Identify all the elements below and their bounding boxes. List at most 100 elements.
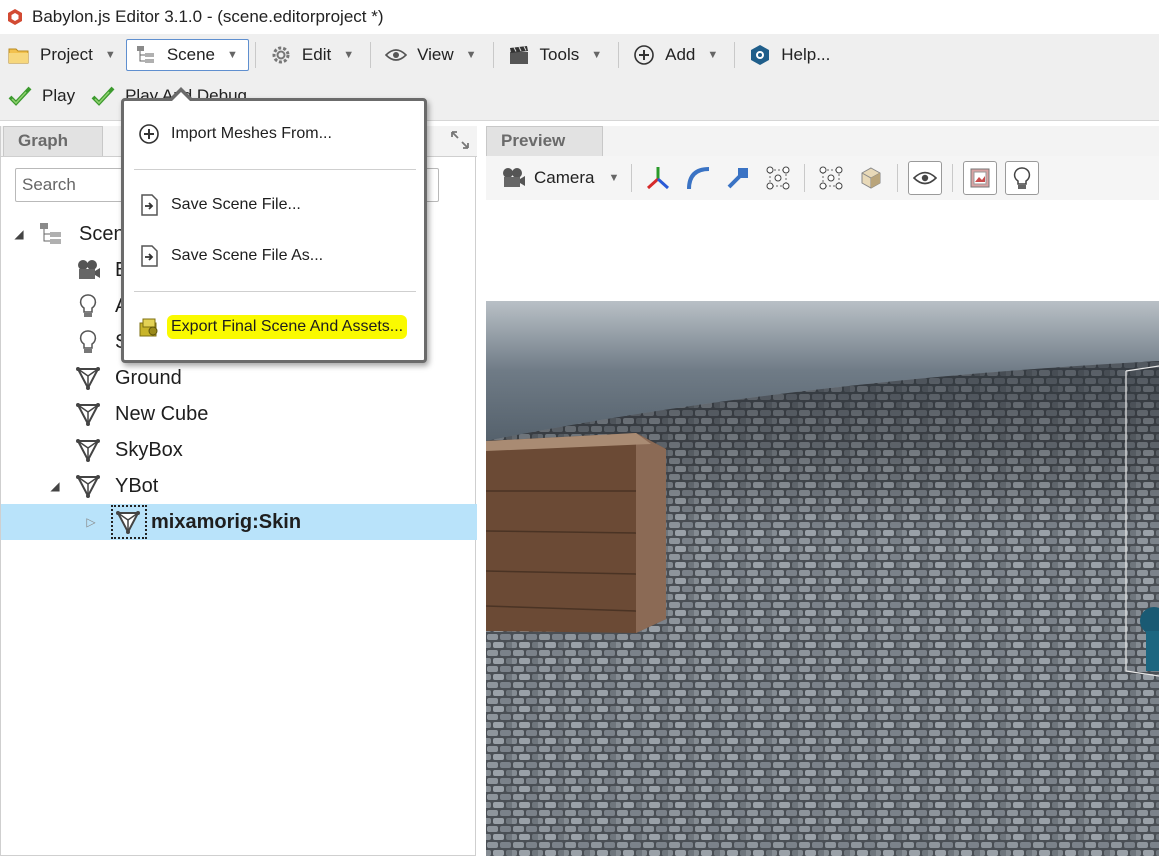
dropdown-arrow-fill: [171, 92, 191, 102]
bounding-box-icon: [819, 166, 843, 190]
scale-gizmo-icon: [727, 168, 749, 189]
scene-tree-icon: [135, 44, 157, 66]
toolbar-divider: [952, 164, 954, 192]
menu-item-save-scene[interactable]: Save Scene File...: [124, 187, 424, 223]
scene-render: [486, 201, 1159, 856]
menu-help[interactable]: Help...: [741, 39, 840, 71]
camera-dropdown[interactable]: Camera ▼: [500, 166, 619, 190]
toolbar-divider: [370, 42, 372, 68]
expand-toggle-icon[interactable]: ◢: [49, 479, 61, 493]
menu-add[interactable]: Add ▼: [625, 39, 728, 71]
babylon-logo-icon: [8, 9, 22, 25]
chevron-down-icon: ▼: [591, 49, 603, 61]
menu-separator: [134, 169, 416, 170]
preview-toolbar: Camera ▼: [486, 156, 1159, 200]
menu-view-label: View: [417, 45, 454, 64]
scene-tree-icon: [40, 223, 61, 244]
scene-dropdown-menu: Import Meshes From... Save Scene File...…: [121, 87, 427, 363]
menu-item-save-scene-as[interactable]: Save Scene File As...: [124, 238, 424, 274]
tab-graph-label: Graph: [18, 131, 69, 150]
menu-item-save-scene-label: Save Scene File...: [171, 196, 301, 213]
window-title: Babylon.js Editor 3.1.0 - (scene.editorp…: [32, 7, 384, 26]
save-file-icon: [141, 245, 158, 267]
menu-help-label: Help...: [781, 45, 831, 64]
lightbulb-icon: [79, 294, 97, 317]
menu-tools[interactable]: Tools ▼: [500, 39, 613, 71]
tab-preview[interactable]: Preview: [486, 126, 603, 156]
tab-graph[interactable]: Graph: [3, 126, 103, 156]
tree-row-new-cube[interactable]: New Cube: [1, 396, 477, 432]
gizmo-axes-icon: [647, 167, 670, 190]
scene-viewport[interactable]: [486, 201, 1159, 856]
wooden-crate: [486, 433, 666, 633]
menu-item-export-final-scene[interactable]: Export Final Scene And Assets...: [124, 309, 424, 345]
bounding-box-gizmo-button[interactable]: [763, 163, 793, 193]
chevron-down-icon: ▼: [707, 49, 719, 61]
mesh-icon: [76, 403, 100, 427]
menu-view[interactable]: View ▼: [377, 39, 486, 71]
toolbar-divider: [897, 164, 899, 192]
cube-button[interactable]: [856, 163, 886, 193]
eye-icon: [913, 171, 938, 185]
tree-row-ground[interactable]: Ground: [1, 360, 477, 396]
camera-icon: [503, 168, 525, 187]
chevron-down-icon: ▼: [465, 49, 477, 61]
menu-bar: Project ▼ Scene ▼ Edit ▼ View ▼ Tools ▼ …: [0, 38, 840, 72]
maximize-icon[interactable]: [449, 129, 471, 151]
toolbar-divider: [734, 42, 736, 68]
tree-row-ybot[interactable]: ◢ YBot: [1, 468, 477, 504]
toolbar-divider: [804, 164, 806, 192]
menu-item-export-final-scene-label: Export Final Scene And Assets...: [167, 315, 408, 339]
checkmark-icon: [8, 85, 32, 107]
expand-toggle-icon[interactable]: ◢: [13, 227, 25, 241]
help-icon: [749, 44, 771, 66]
bounding-box-toggle-button[interactable]: [816, 163, 846, 193]
rotation-gizmo-button[interactable]: [683, 163, 713, 193]
tab-preview-label: Preview: [501, 131, 566, 150]
menu-separator: [134, 291, 416, 292]
lights-toggle-button[interactable]: [1005, 161, 1040, 195]
clapperboard-icon: [508, 44, 530, 66]
preview-tabbar: Preview: [486, 126, 1159, 157]
menu-project[interactable]: Project ▼: [0, 39, 126, 71]
menu-tools-label: Tools: [539, 45, 580, 64]
tree-label-mixamorig-skin: mixamorig:Skin: [151, 510, 302, 533]
menu-item-save-scene-as-label: Save Scene File As...: [171, 247, 324, 264]
position-gizmo-button[interactable]: [643, 163, 673, 193]
menu-scene[interactable]: Scene ▼: [125, 39, 249, 71]
preview-panel: Preview Camera ▼: [486, 126, 1159, 856]
mesh-icon: [76, 367, 100, 391]
chevron-down-icon: ▼: [104, 49, 116, 61]
camera-icon: [78, 260, 100, 279]
bounding-box-icon: [766, 166, 790, 190]
save-file-icon: [141, 194, 158, 216]
cube-icon: [861, 167, 881, 189]
checkmark-icon: [91, 85, 115, 107]
scaling-gizmo-button[interactable]: [723, 163, 753, 193]
tree-label-ybot: YBot: [115, 474, 159, 497]
tree-row-mixamorig-skin[interactable]: ▷ mixamorig:Skin: [1, 504, 477, 540]
title-bar: Babylon.js Editor 3.1.0 - (scene.editorp…: [0, 0, 1159, 34]
tree-row-skybox[interactable]: SkyBox: [1, 432, 477, 468]
tree-label-new-cube: New Cube: [115, 402, 209, 425]
texture-toggle-button[interactable]: [963, 161, 998, 195]
tree-label-scene: Scen: [79, 222, 125, 245]
collapse-toggle-icon[interactable]: ▷: [85, 515, 97, 529]
rotate-gizmo-icon: [687, 167, 710, 190]
menu-edit-label: Edit: [301, 45, 332, 64]
menu-item-import-meshes[interactable]: Import Meshes From...: [124, 116, 424, 152]
play-label: Play: [42, 86, 76, 105]
toolbar-divider: [618, 42, 620, 68]
mesh-icon: [76, 439, 100, 463]
eye-icon: [385, 44, 408, 66]
toolbar-divider: [492, 42, 494, 68]
toolbar-divider: [254, 42, 256, 68]
chevron-down-icon: ▼: [227, 49, 238, 61]
texture-icon: [970, 168, 990, 188]
play-button[interactable]: Play: [0, 85, 83, 107]
mesh-icon: [116, 511, 140, 535]
visibility-toggle-button[interactable]: [908, 161, 943, 195]
tree-label-skybox: SkyBox: [115, 438, 183, 461]
menu-edit[interactable]: Edit ▼: [262, 39, 364, 71]
lightbulb-icon: [1014, 167, 1031, 189]
